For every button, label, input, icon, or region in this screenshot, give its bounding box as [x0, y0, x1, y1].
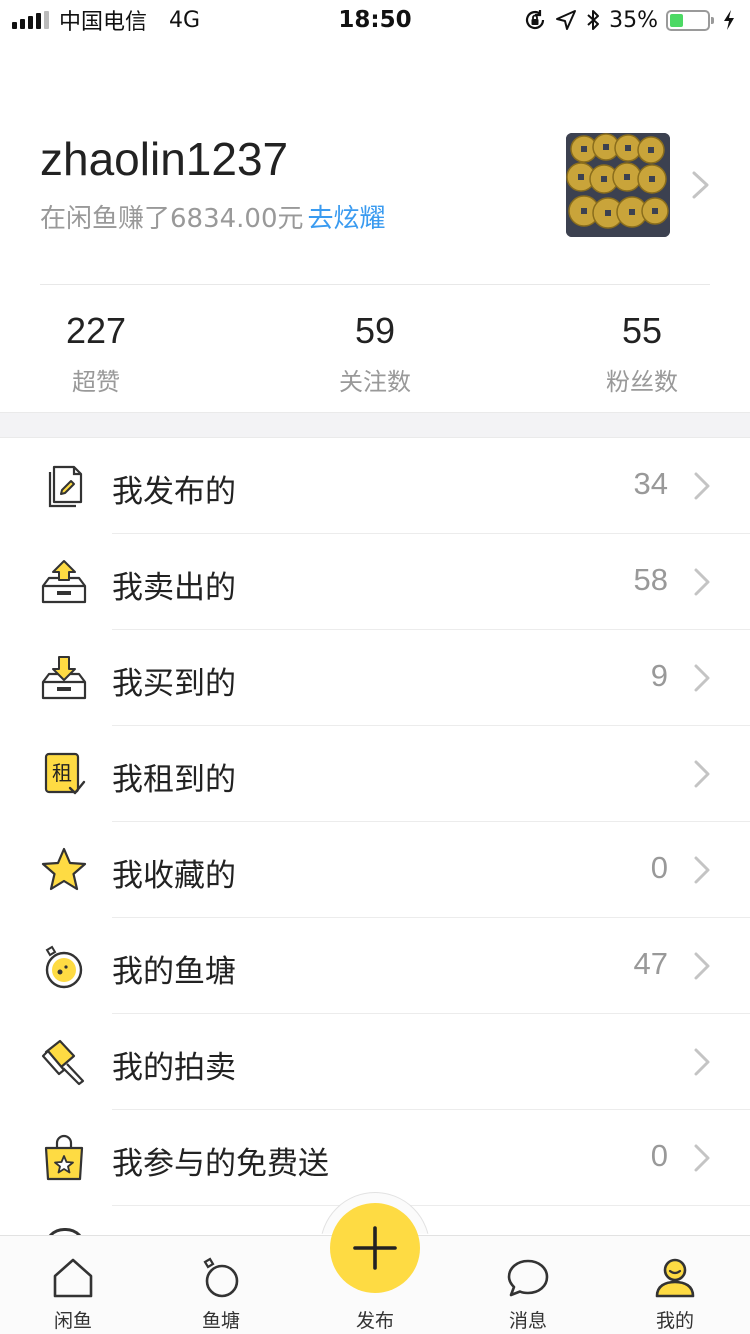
star-icon — [41, 847, 87, 891]
sold-box-icon — [41, 560, 87, 604]
tab-me[interactable]: 我的 — [615, 1236, 735, 1334]
menu-item-auction[interactable]: 我的拍卖 — [0, 1014, 750, 1110]
menu-item-label: 我的鱼塘 — [112, 954, 236, 990]
stat-label: 关注数 — [339, 368, 411, 396]
menu-item-count: 58 — [633, 562, 668, 597]
bluetooth-icon — [587, 10, 600, 30]
menu-item-label: 我发布的 — [112, 474, 236, 510]
chevron-right-icon — [694, 568, 710, 596]
tab-home[interactable]: 闲鱼 — [13, 1236, 133, 1334]
menu-item-bought[interactable]: 我买到的 9 — [0, 630, 750, 726]
menu-item-label: 我的拍卖 — [112, 1050, 236, 1086]
stat-followers[interactable]: 55 粉丝数 — [562, 310, 722, 397]
menu-item-count: 47 — [633, 946, 668, 981]
home-icon — [53, 1258, 93, 1298]
status-bar: 中国电信 4G 18:50 35% — [0, 0, 750, 40]
tab-label: 鱼塘 — [201, 1310, 240, 1332]
stat-value: 227 — [65, 310, 127, 351]
status-right: 35% — [523, 7, 736, 33]
menu-item-label: 我卖出的 — [112, 570, 236, 606]
free-gift-bag-icon — [44, 1134, 84, 1181]
profile-icon — [655, 1258, 695, 1298]
menu-item-published[interactable]: 我发布的 34 — [0, 438, 750, 534]
menu-item-favorites[interactable]: 我收藏的 0 — [0, 822, 750, 918]
chevron-right-icon — [694, 760, 710, 788]
brag-link[interactable]: 去炫耀 — [308, 204, 386, 234]
tab-label: 发布 — [355, 1310, 394, 1332]
fishpond-icon — [45, 945, 83, 989]
menu-item-label: 我租到的 — [112, 762, 236, 798]
pond-icon — [203, 1257, 239, 1298]
username: zhaolin1237 — [40, 133, 289, 185]
auction-hammer-icon — [41, 1039, 85, 1086]
stat-label: 超赞 — [72, 368, 120, 396]
chevron-right-icon — [694, 664, 710, 692]
menu-item-count: 0 — [650, 850, 668, 885]
avatar[interactable] — [566, 133, 670, 237]
menu-item-count: 0 — [650, 1138, 668, 1173]
menu-item-label: 我参与的免费送 — [112, 1146, 329, 1182]
published-doc-icon — [48, 465, 83, 508]
chevron-right-icon — [694, 856, 710, 884]
stat-label: 粉丝数 — [606, 368, 678, 396]
stat-value: 59 — [354, 310, 396, 351]
tab-messages[interactable]: 消息 — [468, 1236, 588, 1334]
message-icon — [507, 1259, 549, 1297]
menu-item-label: 我收藏的 — [112, 858, 236, 894]
earnings-line: 在闲鱼赚了6834.00元 去炫耀 — [40, 198, 386, 235]
battery-fill — [670, 13, 683, 27]
battery-percent: 35% — [609, 7, 658, 33]
earnings-text: 在闲鱼赚了6834.00元 — [40, 204, 304, 234]
rent-icon: 租 — [44, 752, 86, 795]
chevron-right-icon — [694, 952, 710, 980]
menu-item-rented[interactable]: 租 我租到的 — [0, 726, 750, 822]
tab-pond[interactable]: 鱼塘 — [161, 1236, 281, 1334]
stat-value: 55 — [621, 310, 663, 351]
menu-item-count: 9 — [650, 658, 668, 693]
stats-row: 227 超赞 59 关注数 55 粉丝数 — [0, 310, 750, 400]
stat-following[interactable]: 59 关注数 — [295, 310, 455, 397]
plus-icon — [353, 1226, 397, 1270]
chevron-right-icon — [694, 472, 710, 500]
row-separator — [112, 1205, 750, 1206]
profile-divider — [40, 284, 710, 285]
menu-item-sold[interactable]: 我卖出的 58 — [0, 534, 750, 630]
menu-item-count: 34 — [633, 466, 668, 501]
section-gap — [0, 412, 750, 438]
menu-item-label: 我买到的 — [112, 666, 236, 702]
tab-label: 闲鱼 — [53, 1310, 92, 1332]
publish-button[interactable] — [330, 1203, 420, 1293]
chevron-right-icon — [694, 1144, 710, 1172]
bought-box-icon — [41, 656, 87, 700]
rent-icon-text: 租 — [52, 761, 72, 785]
avatar-coins-image — [566, 133, 670, 237]
profile-chevron-icon[interactable] — [690, 170, 712, 200]
tab-label: 消息 — [508, 1310, 547, 1332]
battery-icon — [666, 9, 714, 31]
menu-list: 我发布的 34 我卖出的 58 我买到的 9 租 我租到的 我收藏的 0 我的鱼… — [0, 438, 750, 1206]
tab-label: 我的 — [655, 1310, 694, 1332]
menu-item-fishpond[interactable]: 我的鱼塘 47 — [0, 918, 750, 1014]
charging-icon — [724, 10, 734, 30]
stat-likes[interactable]: 227 超赞 — [16, 310, 176, 397]
chevron-right-icon — [694, 1048, 710, 1076]
location-icon — [556, 10, 577, 30]
menu-item-free-giveaway[interactable]: 我参与的免费送 0 — [0, 1110, 750, 1206]
orientation-lock-icon — [526, 10, 545, 30]
